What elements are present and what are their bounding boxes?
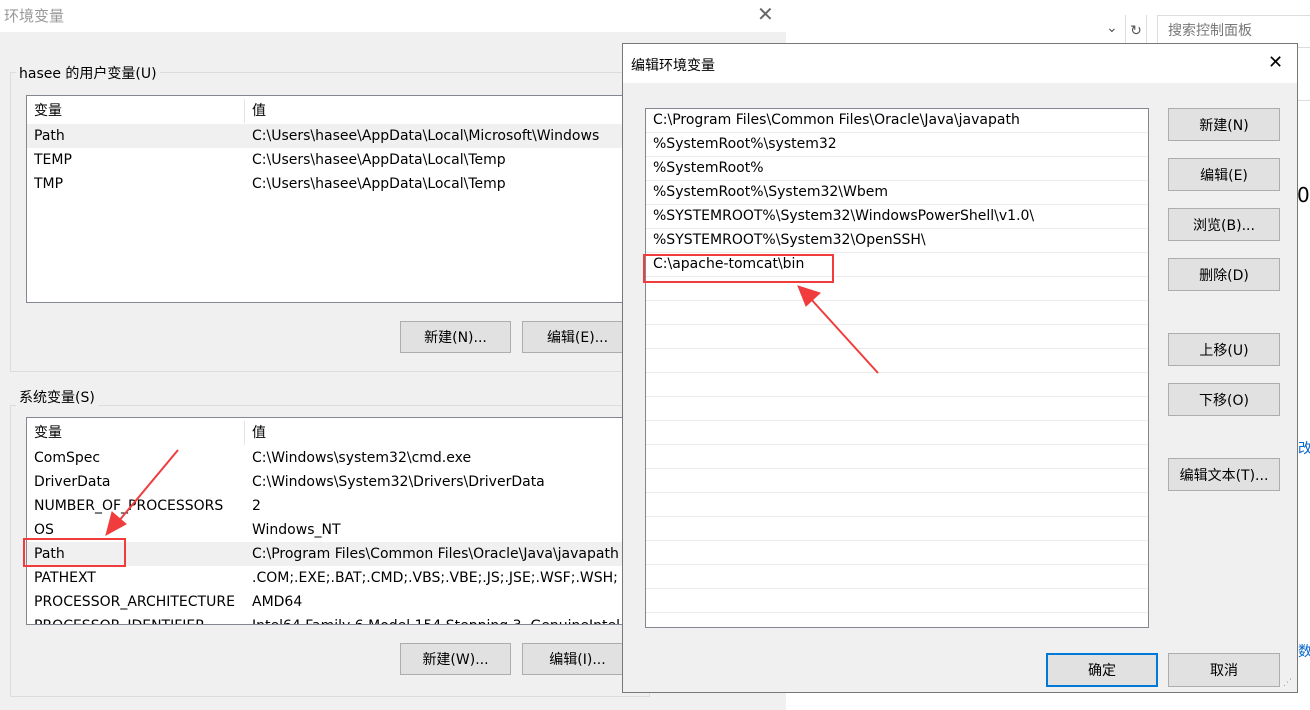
- annotation-arrows-right: [797, 285, 879, 374]
- annotation-arrow: [797, 285, 879, 374]
